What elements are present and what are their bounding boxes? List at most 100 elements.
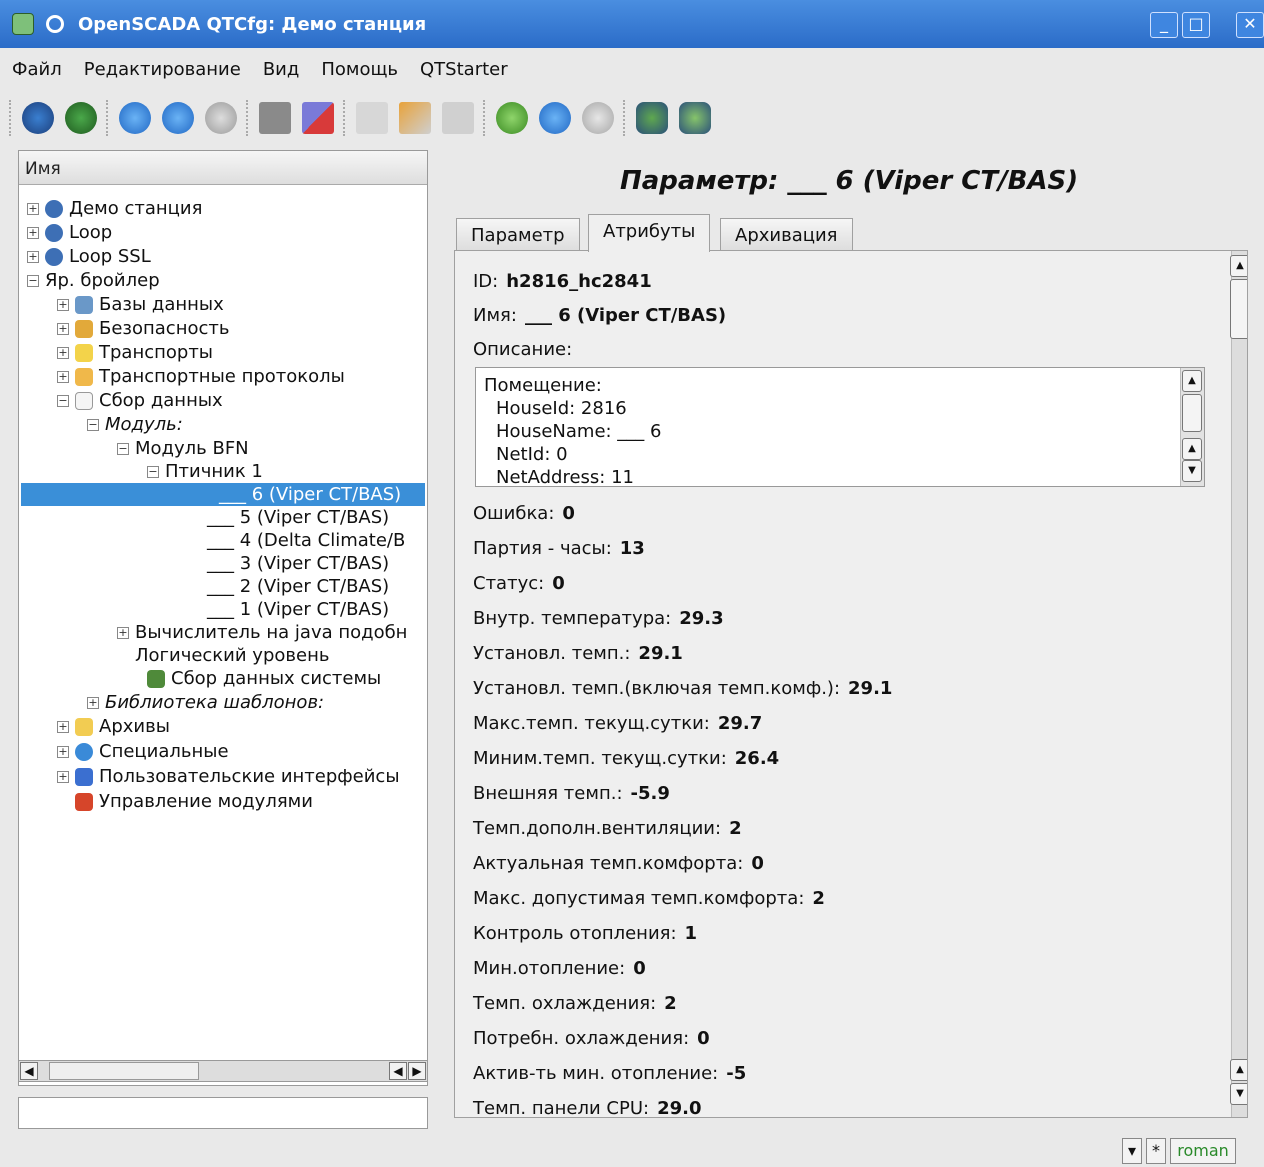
window-title: OpenSCADA QTCfg: Демо станция bbox=[78, 13, 427, 35]
scroll-left-icon[interactable]: ◀ bbox=[20, 1062, 38, 1080]
tree-horizontal-scrollbar[interactable]: ◀ ◀ ▶ bbox=[18, 1060, 428, 1082]
tree-item[interactable]: − Модуль: bbox=[87, 413, 183, 436]
menu-help[interactable]: Помощь bbox=[321, 59, 398, 80]
delete-item-icon[interactable] bbox=[302, 102, 334, 134]
user-indicator[interactable]: roman bbox=[1170, 1138, 1236, 1164]
close-button[interactable]: ✕ bbox=[1236, 12, 1264, 38]
scroll-thumb[interactable] bbox=[49, 1062, 199, 1080]
scroll-up-icon[interactable]: ▲ bbox=[1182, 370, 1202, 392]
expand-icon[interactable]: + bbox=[57, 770, 69, 783]
menu-file[interactable]: Файл bbox=[12, 59, 62, 80]
tree-item[interactable]: − Модуль BFN bbox=[117, 437, 249, 460]
expand-icon[interactable]: + bbox=[117, 626, 129, 639]
expand-icon[interactable]: + bbox=[57, 346, 69, 359]
copy-icon[interactable] bbox=[356, 102, 388, 134]
tree-item[interactable]: Сбор данных системы bbox=[147, 667, 381, 690]
scroll-thumb[interactable] bbox=[1230, 279, 1247, 339]
forward-icon[interactable] bbox=[205, 102, 237, 134]
tree-item[interactable]: + Демо станция bbox=[27, 197, 202, 220]
tree-item[interactable]: + Безопасность bbox=[57, 317, 229, 340]
attr-row: Партия - часы: 13 bbox=[473, 538, 645, 559]
expand-icon[interactable]: + bbox=[27, 202, 39, 215]
refresh-icon[interactable] bbox=[496, 102, 528, 134]
toolbar-grip[interactable] bbox=[9, 100, 11, 136]
tree-item[interactable]: ___ 5 (Viper CT/BAS) bbox=[207, 506, 389, 529]
attr-row: Темп. панели CPU: 29.0 bbox=[473, 1098, 702, 1118]
tab-archiving[interactable]: Архивация bbox=[720, 218, 853, 252]
db-save-icon[interactable] bbox=[65, 102, 97, 134]
scroll-thumb[interactable] bbox=[1182, 394, 1202, 432]
tree-item[interactable]: ___ 3 (Viper CT/BAS) bbox=[207, 552, 389, 575]
tree-item[interactable]: ___ 2 (Viper CT/BAS) bbox=[207, 575, 389, 598]
collapse-icon[interactable]: − bbox=[27, 274, 39, 287]
tree-item[interactable]: ___ 1 (Viper CT/BAS) bbox=[207, 598, 389, 621]
tree-item[interactable]: + Loop SSL bbox=[27, 245, 151, 268]
tab-attributes[interactable]: Атрибуты bbox=[588, 214, 711, 252]
description-scrollbar[interactable]: ▲ ▲ ▼ bbox=[1180, 368, 1204, 486]
scroll-up-icon[interactable]: ▲ bbox=[1182, 438, 1202, 460]
tree-item[interactable]: + Транспорты bbox=[57, 341, 213, 364]
tree-item[interactable]: + Специальные bbox=[57, 740, 229, 763]
scroll-down-icon[interactable]: ▼ bbox=[1182, 460, 1202, 482]
start-icon[interactable] bbox=[539, 102, 571, 134]
attr-row: Установл. темп.(включая темп.комф.): 29.1 bbox=[473, 678, 893, 699]
collapse-icon[interactable]: − bbox=[57, 394, 69, 407]
modified-flag: * bbox=[1146, 1138, 1166, 1164]
collapse-icon[interactable]: − bbox=[87, 418, 99, 431]
expand-icon[interactable]: + bbox=[57, 298, 69, 311]
scroll-right-icon[interactable]: ▶ bbox=[408, 1062, 426, 1080]
menu-view[interactable]: Вид bbox=[263, 59, 300, 80]
menu-edit[interactable]: Редактирование bbox=[84, 59, 241, 80]
tree-header[interactable]: Имя bbox=[19, 151, 427, 185]
scroll-up-icon[interactable]: ▲ bbox=[1230, 1059, 1247, 1081]
attr-row: Макс.темп. текущ.сутки: 29.7 bbox=[473, 713, 763, 734]
tree-item[interactable]: ___ 4 (Delta Climate/B bbox=[207, 529, 405, 552]
chevron-down-icon[interactable]: ▾ bbox=[1122, 1138, 1142, 1164]
tree-item[interactable]: + Вычислитель на java подобн bbox=[117, 621, 407, 644]
maximize-button[interactable]: □ bbox=[1182, 12, 1210, 38]
scroll-left-icon[interactable]: ◀ bbox=[389, 1062, 407, 1080]
db-load-icon[interactable] bbox=[22, 102, 54, 134]
archive-icon bbox=[75, 717, 93, 736]
tree-item[interactable]: Управление модулями bbox=[75, 790, 313, 813]
attributes-scrollbar[interactable]: ▲ ▲ ▼ bbox=[1230, 251, 1247, 1117]
stop-icon[interactable] bbox=[582, 102, 614, 134]
expand-icon[interactable]: + bbox=[57, 745, 69, 758]
tree-item[interactable]: + Транспортные протоколы bbox=[57, 365, 345, 388]
expand-icon[interactable]: + bbox=[57, 720, 69, 733]
tree-item[interactable]: + Архивы bbox=[57, 715, 170, 738]
tree-item[interactable]: + Loop bbox=[27, 221, 112, 244]
paste-icon[interactable] bbox=[442, 102, 474, 134]
window-menu-icon[interactable] bbox=[46, 15, 64, 33]
add-item-icon[interactable] bbox=[259, 102, 291, 134]
collapse-icon[interactable]: − bbox=[117, 442, 129, 455]
tab-parameter[interactable]: Параметр bbox=[456, 218, 580, 252]
attr-row: Темп.дополн.вентиляции: 2 bbox=[473, 818, 742, 839]
expand-icon[interactable]: + bbox=[87, 696, 99, 709]
expand-icon[interactable]: + bbox=[27, 250, 39, 263]
up-icon[interactable] bbox=[119, 102, 151, 134]
tree-filter-input[interactable] bbox=[18, 1097, 428, 1129]
station-icon[interactable] bbox=[636, 102, 668, 134]
tree-item[interactable]: + Базы данных bbox=[57, 293, 224, 316]
tree-item[interactable]: + Библиотека шаблонов: bbox=[87, 691, 324, 714]
expand-icon[interactable]: + bbox=[57, 370, 69, 383]
collapse-icon[interactable]: − bbox=[147, 465, 159, 478]
tree-item-selected[interactable]: ___ 6 (Viper CT/BAS) bbox=[21, 483, 425, 506]
tree-item[interactable]: − Птичник 1 bbox=[147, 460, 263, 483]
tree-item[interactable]: − Яр. бройлер bbox=[27, 269, 160, 292]
tree-item[interactable]: Логический уровень bbox=[135, 644, 329, 667]
cut-icon[interactable] bbox=[399, 102, 431, 134]
minimize-button[interactable]: _ bbox=[1150, 12, 1178, 38]
tree-item[interactable]: + Пользовательские интерфейсы bbox=[57, 765, 400, 788]
description-textarea[interactable]: Помещение: HouseId: 2816 HouseName: ___ … bbox=[475, 367, 1205, 487]
app-icon[interactable] bbox=[12, 13, 34, 35]
tree-item[interactable]: − Сбор данных bbox=[57, 389, 223, 412]
expand-icon[interactable]: + bbox=[57, 322, 69, 335]
expand-icon[interactable]: + bbox=[27, 226, 39, 239]
station2-icon[interactable] bbox=[679, 102, 711, 134]
scroll-up-icon[interactable]: ▲ bbox=[1230, 255, 1247, 277]
back-icon[interactable] bbox=[162, 102, 194, 134]
scroll-down-icon[interactable]: ▼ bbox=[1230, 1083, 1247, 1105]
menu-qtstarter[interactable]: QTStarter bbox=[420, 59, 508, 80]
